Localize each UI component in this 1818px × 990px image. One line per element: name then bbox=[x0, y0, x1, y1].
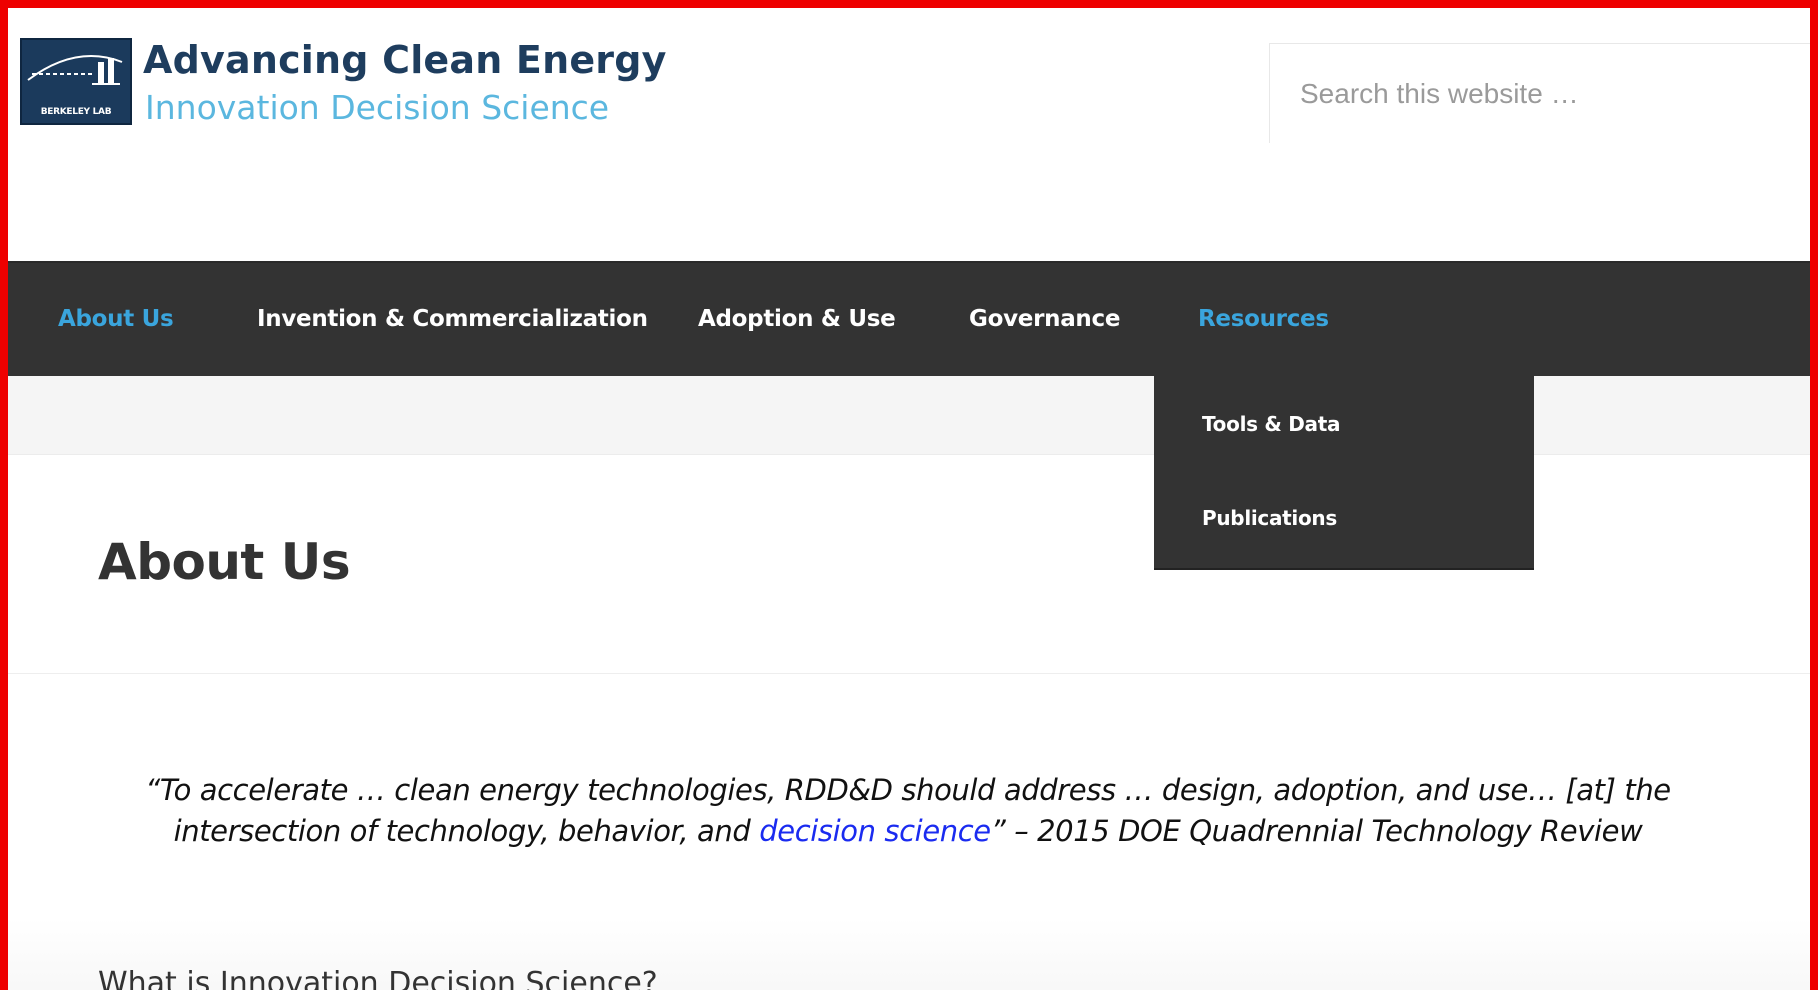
divider bbox=[8, 673, 1810, 674]
dropdown-item-publications[interactable]: Publications bbox=[1202, 506, 1337, 530]
quote-attribution: – 2015 DOE Quadrennial Technology Review bbox=[1014, 814, 1643, 848]
page-frame: BERKELEY LAB Advancing Clean Energy Inno… bbox=[0, 0, 1818, 990]
logo-text: BERKELEY LAB bbox=[40, 107, 112, 117]
search-input[interactable] bbox=[1270, 44, 1810, 143]
site-title[interactable]: Advancing Clean Energy bbox=[143, 38, 667, 82]
breadcrumb-band bbox=[8, 376, 1810, 455]
nav-item-governance[interactable]: Governance bbox=[969, 263, 1120, 376]
nav-item-adoption-use[interactable]: Adoption & Use bbox=[698, 263, 896, 376]
search-box bbox=[1269, 43, 1810, 143]
lab-building-icon bbox=[27, 55, 123, 85]
page-title: About Us bbox=[98, 533, 351, 591]
site-subtitle: Innovation Decision Science bbox=[145, 88, 610, 127]
nav-item-about-us[interactable]: About Us bbox=[58, 263, 174, 376]
section-heading: What is Innovation Decision Science? bbox=[98, 966, 658, 990]
dropdown-item-tools-data[interactable]: Tools & Data bbox=[1202, 412, 1340, 436]
main-nav: About Us Invention & Commercialization A… bbox=[8, 261, 1810, 376]
decision-science-link[interactable]: decision science bbox=[759, 814, 991, 848]
berkeley-lab-logo[interactable]: BERKELEY LAB bbox=[20, 38, 132, 125]
nav-item-invention-commercialization[interactable]: Invention & Commercialization bbox=[257, 263, 648, 376]
doe-quote: “To accelerate … clean energy technologi… bbox=[108, 770, 1708, 852]
nav-item-resources[interactable]: Resources bbox=[1198, 263, 1329, 376]
resources-dropdown: Tools & Data Publications bbox=[1154, 376, 1534, 570]
quote-close: ” bbox=[990, 814, 1006, 848]
